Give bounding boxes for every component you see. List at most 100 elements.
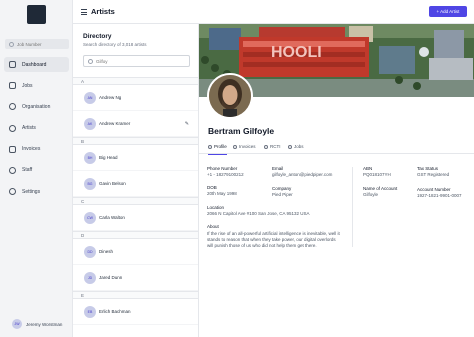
dob-label: DOB bbox=[207, 185, 217, 190]
phone-value: +1 - 18279100212 bbox=[207, 172, 244, 177]
job-number-input[interactable] bbox=[17, 41, 67, 47]
artist-name: Jared Dunn bbox=[99, 275, 123, 280]
directory-search[interactable] bbox=[83, 55, 190, 67]
sidebar-item-label: Invoices bbox=[22, 146, 41, 153]
document-icon bbox=[233, 144, 237, 149]
user-icon bbox=[9, 166, 16, 174]
receipt-icon bbox=[264, 144, 268, 149]
list-item[interactable]: JD Jared Dunn bbox=[73, 265, 198, 291]
about-label: About bbox=[207, 224, 219, 229]
profile-name: Bertram Gilfoyle bbox=[208, 126, 275, 136]
profile-tabs: Profile Invoices RCTI Jobs bbox=[199, 142, 474, 155]
artist-name: Erlich Bachman bbox=[99, 309, 131, 314]
list-item[interactable]: AN Andrew Ng bbox=[73, 85, 198, 111]
tab-label: Jobs bbox=[294, 144, 304, 149]
artist-name: Dinesh bbox=[99, 249, 114, 254]
app-window: Dashboard Jobs Organisation Artists Invo… bbox=[0, 0, 474, 337]
document-icon bbox=[9, 145, 16, 153]
abn-value: PQ018107YH bbox=[363, 172, 391, 177]
job-number-search[interactable] bbox=[5, 39, 69, 49]
user-name: Jeremy Worstman bbox=[26, 321, 63, 327]
list-item[interactable]: BG Gavin Belson bbox=[73, 171, 198, 197]
account-number-label: Account Number bbox=[417, 187, 451, 192]
app-logo[interactable] bbox=[27, 5, 46, 24]
briefcase-icon bbox=[9, 82, 16, 90]
list-item[interactable]: DD Dinesh bbox=[73, 239, 198, 265]
list-item[interactable]: CW Carla Walton bbox=[73, 205, 198, 231]
home-icon bbox=[9, 61, 16, 68]
company-label: Company bbox=[272, 186, 292, 191]
user-icon bbox=[208, 144, 212, 149]
artist-list: A AN Andrew Ng AK Andrew Kramer ✎ B BH B… bbox=[73, 77, 198, 325]
menu-icon[interactable] bbox=[81, 9, 87, 15]
avatar: JW bbox=[12, 319, 22, 329]
edit-icon[interactable]: ✎ bbox=[185, 121, 189, 127]
email-label: Email bbox=[272, 166, 284, 171]
directory-search-input[interactable] bbox=[96, 58, 186, 64]
sidebar-item-artists[interactable]: Artists bbox=[4, 121, 69, 136]
sidebar-item-organisation[interactable]: Organisation bbox=[4, 99, 69, 114]
account-number-value: 1927-1821-9901-0007 bbox=[417, 193, 462, 198]
tab-profile[interactable]: Profile bbox=[208, 144, 227, 155]
phone-label: Phone Number bbox=[207, 166, 238, 171]
artist-name: Big Head bbox=[99, 155, 118, 160]
avatar: CW bbox=[84, 211, 96, 224]
letter-header: B bbox=[73, 137, 198, 145]
sidebar-item-label: Staff bbox=[22, 167, 33, 174]
artist-name: Gavin Belson bbox=[99, 181, 126, 186]
cover-text: HOOLI bbox=[271, 44, 322, 61]
letter-header: D bbox=[73, 231, 198, 239]
letter-header: A bbox=[73, 77, 198, 85]
directory-subtitle: Search directory of 3,018 artists bbox=[83, 42, 147, 47]
account-name-label: Name of Account bbox=[363, 186, 398, 191]
sidebar-nav: Dashboard Jobs Organisation Artists Invo… bbox=[4, 57, 69, 205]
tab-rcti[interactable]: RCTI bbox=[264, 144, 281, 149]
account-name-value: Gilfoyle bbox=[363, 192, 379, 197]
tax-status-label: Tax Status bbox=[417, 166, 439, 171]
sidebar-item-jobs[interactable]: Jobs bbox=[4, 78, 69, 93]
tab-jobs[interactable]: Jobs bbox=[288, 144, 304, 149]
avatar: AN bbox=[84, 91, 96, 104]
tab-label: RCTI bbox=[270, 144, 281, 149]
column-divider bbox=[352, 167, 353, 247]
sidebar: Dashboard Jobs Organisation Artists Invo… bbox=[0, 0, 73, 337]
letter-header: E bbox=[73, 291, 198, 299]
briefcase-icon bbox=[288, 144, 292, 149]
tab-label: Profile bbox=[214, 144, 227, 149]
gear-icon bbox=[9, 188, 16, 196]
directory-title: Directory bbox=[83, 33, 112, 40]
dob-value: 20th May 1998 bbox=[207, 191, 237, 196]
sidebar-item-label: Artists bbox=[22, 125, 36, 132]
search-icon bbox=[88, 58, 93, 64]
tax-status-value: GST Registered bbox=[417, 172, 450, 177]
company-value: Pied Piper bbox=[272, 192, 293, 197]
add-artist-button[interactable]: + Add Artist bbox=[429, 6, 467, 17]
sidebar-item-label: Dashboard bbox=[22, 61, 47, 68]
sidebar-item-staff[interactable]: Staff bbox=[4, 163, 69, 178]
sidebar-item-settings[interactable]: Settings bbox=[4, 184, 69, 199]
sidebar-item-label: Organisation bbox=[22, 103, 51, 110]
sidebar-item-label: Settings bbox=[22, 188, 41, 195]
artist-directory: Directory Search directory of 3,018 arti… bbox=[73, 24, 199, 337]
tab-label: Invoices bbox=[239, 144, 256, 149]
top-bar: Artists + Add Artist bbox=[73, 0, 474, 24]
users-icon bbox=[9, 124, 16, 132]
list-item[interactable]: BH Big Head bbox=[73, 145, 198, 171]
avatar: BG bbox=[84, 177, 96, 190]
sidebar-item-dashboard[interactable]: Dashboard bbox=[4, 57, 69, 72]
email-value[interactable]: gilfoyle_anton@piedpiper.com bbox=[272, 172, 332, 178]
list-item[interactable]: AK Andrew Kramer ✎ bbox=[73, 111, 198, 137]
page-title: Artists bbox=[91, 7, 115, 16]
letter-header: C bbox=[73, 197, 198, 205]
search-icon bbox=[9, 41, 14, 47]
list-item[interactable]: EB Erlich Bachman bbox=[73, 299, 198, 325]
sidebar-item-invoices[interactable]: Invoices bbox=[4, 142, 69, 157]
sidebar-item-label: Jobs bbox=[22, 82, 33, 89]
artist-name: Andrew Ng bbox=[99, 95, 122, 100]
location-label: Location bbox=[207, 205, 225, 210]
artist-name: Andrew Kramer bbox=[99, 121, 131, 126]
tab-invoices[interactable]: Invoices bbox=[233, 144, 256, 149]
artist-name: Carla Walton bbox=[99, 215, 125, 220]
user-profile[interactable]: JW Jeremy Worstman bbox=[12, 319, 62, 329]
location-value: 2066 N Capitol Ave #100 San Jose, CA 951… bbox=[207, 211, 310, 216]
